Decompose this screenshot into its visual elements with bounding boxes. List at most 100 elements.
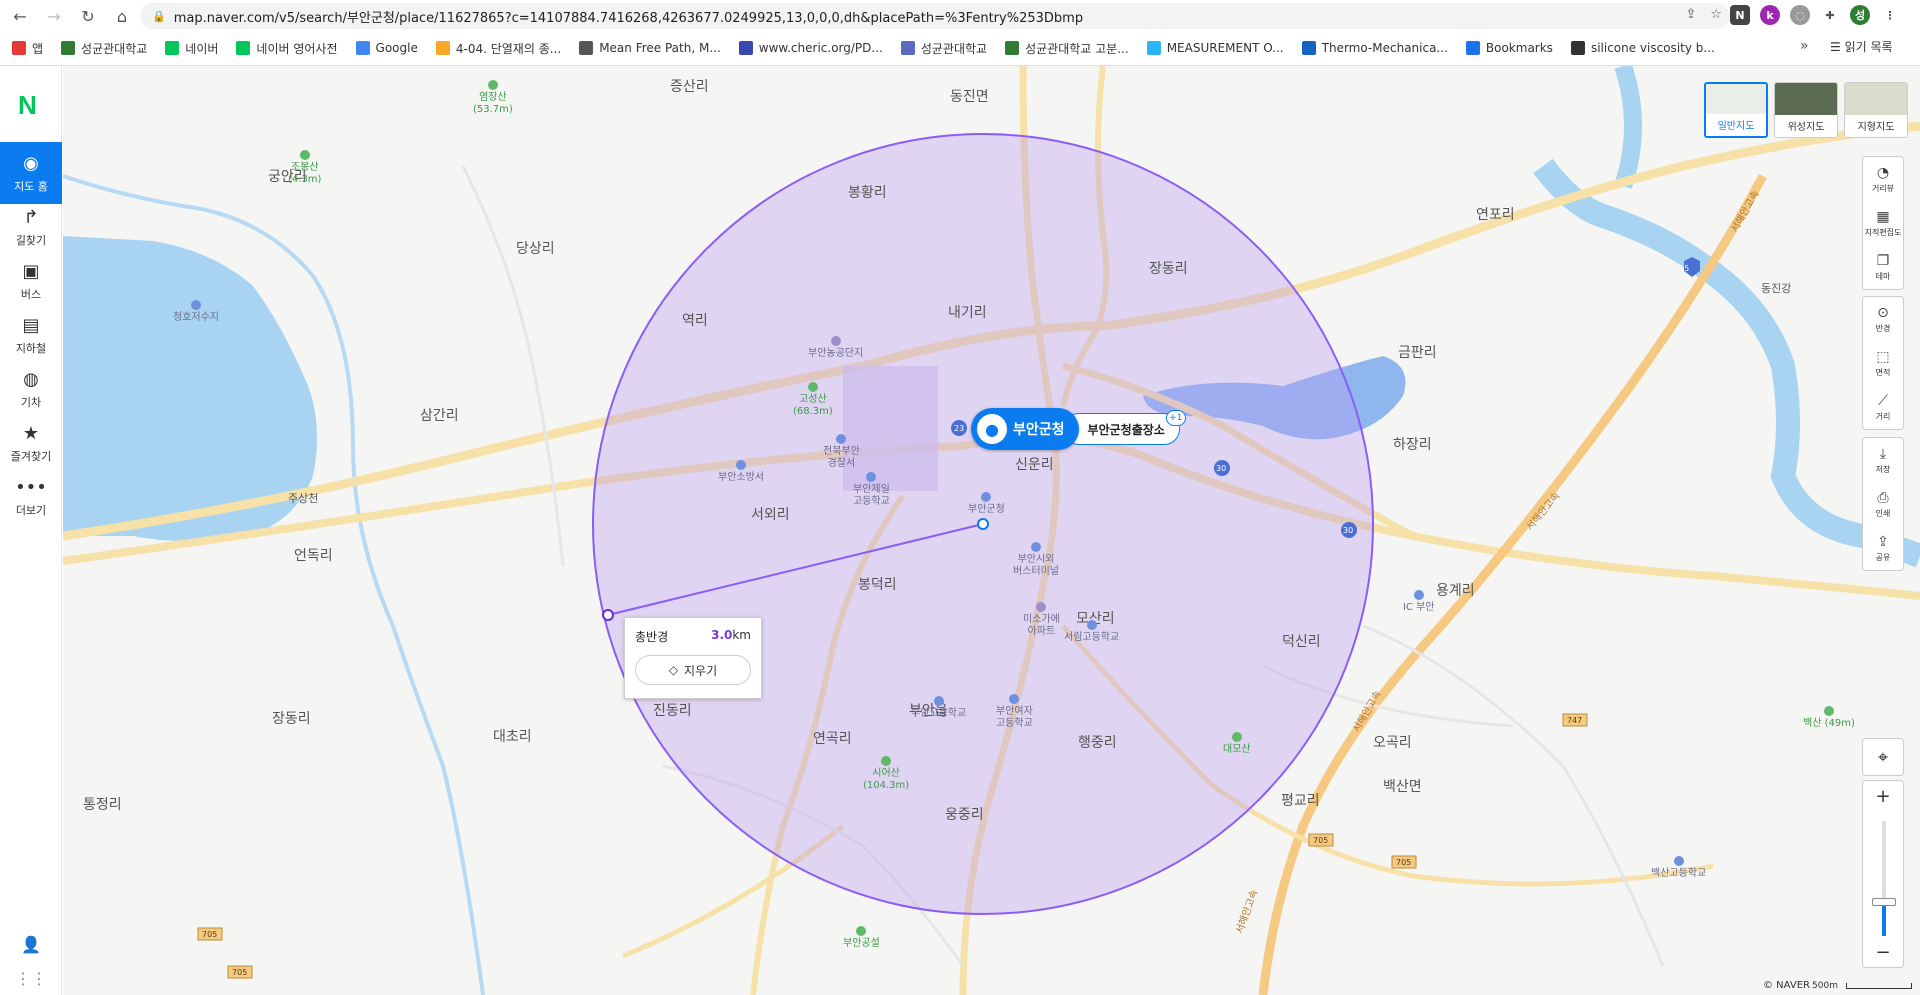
bookmark-item[interactable]: 네이버 (165, 40, 218, 57)
forward-icon[interactable]: → (40, 2, 68, 30)
bookmarks-more-icon[interactable]: » (1800, 38, 1809, 54)
bookmark-favicon-icon (165, 41, 180, 55)
menu-icon[interactable]: ⋮ (1880, 5, 1900, 25)
poi-marker[interactable]: 부안공설 (843, 926, 880, 950)
home-icon[interactable]: ⌂ (108, 2, 136, 30)
left-navigation: N ◉ 지도 홈 ↱ 길찾기 ▣ 버스 ▤ 지하철 ◍ 기차 ★ 즐겨찾기 ••• 더보기 👤 ⋮⋮ (0, 66, 62, 995)
zoom-slider[interactable] (1882, 821, 1886, 936)
reload-icon[interactable]: ↻ (74, 2, 102, 30)
poi-marker[interactable]: 서림고등학교 (1064, 620, 1119, 644)
bookmark-star-icon[interactable]: ☆ (1710, 7, 1722, 22)
back-icon[interactable]: ← (6, 2, 34, 30)
bookmark-item[interactable]: 성균관대학교 (61, 40, 147, 57)
marker-pill[interactable]: ● 부안군청 (971, 408, 1079, 450)
poi-marker[interactable]: 고성산 (68.3m) (793, 382, 833, 418)
bookmark-item[interactable]: silicone viscosity b... (1570, 41, 1715, 55)
poi-marker[interactable]: 조봉산 (4.3m) (288, 150, 321, 186)
tool-print[interactable]: ⎙ 인쇄 (1863, 482, 1903, 526)
erase-radius-button[interactable]: ◇ 지우기 (635, 655, 751, 685)
map-tools-output: ⤓ 저장 ⎙ 인쇄 ⇪ 공유 (1862, 437, 1904, 571)
poi-marker[interactable]: 부안시외 버스터미널 (1013, 542, 1059, 578)
tool-ruler[interactable]: ⟋ 거리 (1863, 385, 1903, 429)
poi-label: 부안시외 버스터미널 (1013, 554, 1059, 577)
road-number-label: 705 (232, 968, 248, 977)
poi-marker[interactable]: 청호저수지 (173, 300, 219, 324)
extensions-puzzle-icon[interactable]: ✚ (1820, 5, 1840, 25)
zoom-in-button[interactable]: + (1863, 781, 1903, 811)
extension-profile-icon[interactable]: k (1760, 5, 1780, 25)
user-icon[interactable]: 👤 (0, 927, 62, 961)
bookmark-item[interactable]: 4-04. 단열재의 종... (435, 40, 561, 57)
profile-avatar[interactable]: 성 (1850, 5, 1870, 25)
bookmark-item[interactable]: Google (355, 41, 418, 55)
bookmark-favicon-icon (61, 41, 76, 55)
extension-n-icon[interactable]: N (1730, 5, 1750, 25)
bookmark-item[interactable]: Mean Free Path, M... (579, 41, 721, 55)
poi-label: 대모산 (1223, 744, 1251, 755)
poi-marker[interactable]: 백산고등학교 (1651, 856, 1706, 880)
poi-marker[interactable]: 부안농공단지 (808, 336, 863, 360)
place-marker[interactable]: ● 부안군청 부안군청출장소 +1 (971, 408, 1186, 450)
tool-area[interactable]: ⬚ 면적 (1863, 341, 1903, 385)
marker-sub-label[interactable]: 부안군청출장소 (1062, 413, 1180, 445)
poi-icon (866, 472, 877, 482)
bookmark-item[interactable]: 앱 (12, 40, 43, 57)
tool-share[interactable]: ⇪ 공유 (1863, 526, 1903, 570)
map-canvas[interactable]: 증산리 동진면 궁안리 봉황리 당상리 장동리 연포리 내기리 역리 금판리 삼간리 하장리 신운리 서외… (63, 66, 1920, 995)
poi-marker[interactable]: 미소가에 아파트 (1023, 602, 1060, 638)
tool-label: 거리 (1875, 411, 1891, 421)
poi-marker[interactable]: 부안소방서 (718, 460, 764, 484)
map-type-0[interactable]: 일반지도 (1704, 82, 1768, 138)
bookmark-item[interactable]: 성균관대학교 고분... (1005, 40, 1129, 57)
nav-item-star[interactable]: ★ 즐겨찾기 (0, 412, 62, 474)
nav-item-more[interactable]: ••• 더보기 (0, 466, 62, 528)
tool-streetview[interactable]: ◔ 거리뷰 (1863, 157, 1903, 201)
share-page-icon[interactable]: ⇪ (1685, 7, 1696, 22)
tool-label: 면적 (1875, 367, 1891, 377)
marker-more-badge[interactable]: +1 (1165, 410, 1186, 426)
bookmark-item[interactable]: Bookmarks (1465, 41, 1553, 55)
bookmark-item[interactable]: MEASUREMENT O... (1146, 41, 1284, 55)
zoom-handle[interactable] (1872, 897, 1896, 906)
scale-bar-line (1846, 983, 1912, 989)
naver-logo[interactable]: N (18, 90, 37, 121)
poi-marker[interactable]: 백산 (49m) (1803, 706, 1855, 730)
place-label: 연곡리 (813, 731, 852, 747)
radius-value: 3.0km (711, 628, 751, 645)
poi-marker[interactable]: 부안제일 고등학교 (853, 472, 890, 508)
nav-item-train[interactable]: ◍ 기차 (0, 358, 62, 420)
map-tools-measure: ⊙ 반경 ⬚ 면적 ⟋ 거리 (1862, 296, 1904, 430)
train-icon: ◍ (23, 368, 39, 390)
bookmark-item[interactable]: www.cheric.org/PD... (738, 41, 883, 55)
place-label: 서외리 (751, 507, 790, 523)
tool-cadastral[interactable]: ▦ 지적편집도 (1863, 201, 1903, 245)
map-type-2[interactable]: 지형지도 (1844, 82, 1908, 138)
poi-marker[interactable]: 대모산 (1223, 732, 1251, 756)
poi-marker[interactable]: 부안군청 (968, 492, 1005, 516)
map-type-1[interactable]: 위성지도 (1774, 82, 1838, 138)
poi-marker[interactable]: IC 부안 (1403, 590, 1435, 614)
extension-cloud-icon[interactable]: ◌ (1790, 5, 1810, 25)
current-location-icon[interactable]: ⌖ (1862, 738, 1904, 776)
poi-marker[interactable]: 부안여자 고등학교 (996, 694, 1033, 730)
address-bar[interactable]: 🔒 map.naver.com/v5/search/부안군청/place/116… (140, 3, 1730, 29)
poi-icon (881, 756, 892, 766)
bookmark-item[interactable]: Thermo-Mechanica... (1301, 41, 1448, 55)
poi-marker[interactable]: 전북부안 경찰서 (823, 434, 860, 470)
tool-save[interactable]: ⤓ 저장 (1863, 438, 1903, 482)
bookmark-item[interactable]: 성균관대학교 (900, 40, 987, 57)
nav-item-directions[interactable]: ↱ 길찾기 (0, 196, 62, 258)
reading-list[interactable]: ☰ 읽기 목록 (1830, 38, 1893, 55)
poi-label: 염장산 (53.7m) (473, 92, 513, 115)
nav-item-map-pin[interactable]: ◉ 지도 홈 (0, 142, 62, 204)
nav-item-subway[interactable]: ▤ 지하철 (0, 304, 62, 366)
apps-grid-icon[interactable]: ⋮⋮ (0, 961, 62, 995)
poi-marker[interactable]: 염장산 (53.7m) (473, 80, 513, 116)
poi-marker[interactable]: 부안고등학교 (911, 696, 966, 720)
nav-item-bus[interactable]: ▣ 버스 (0, 250, 62, 312)
tool-theme[interactable]: ❐ 테마 (1863, 245, 1903, 289)
bookmark-item[interactable]: 네이버 영어사전 (236, 40, 338, 57)
tool-radius[interactable]: ⊙ 반경 (1863, 297, 1903, 341)
zoom-out-button[interactable]: − (1863, 937, 1903, 967)
poi-marker[interactable]: 시어산 (104.3m) (863, 756, 909, 792)
